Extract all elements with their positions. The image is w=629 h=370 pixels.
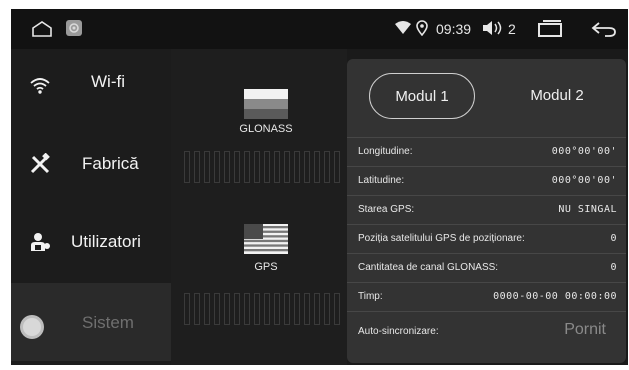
glonass-label: GLONASS xyxy=(239,123,293,135)
row-value: 000°00'00' xyxy=(551,146,617,157)
settings-screen: 09:39 2 Wi-fi Fabrică Utilizatori Sistem… xyxy=(11,9,628,365)
info-row-latitude: Latitudine: 000°00'00' xyxy=(347,166,626,195)
recent-apps-icon[interactable] xyxy=(537,20,563,41)
settings-app-icon[interactable] xyxy=(65,19,83,40)
auto-sync-toggle[interactable]: Pornit xyxy=(564,321,606,339)
info-row-gps-status: Starea GPS: NU SINGAL xyxy=(347,195,626,224)
info-row-glonass-channels: Cantitatea de canal GLONASS: 0 xyxy=(347,253,626,282)
sidebar-item-wifi[interactable]: Wi-fi xyxy=(11,49,171,127)
wifi-signal-icon xyxy=(395,21,411,38)
row-value: 0 xyxy=(610,262,617,273)
volume-icon[interactable] xyxy=(482,20,504,39)
row-key: Cantitatea de canal GLONASS: xyxy=(358,262,499,273)
glonass-signal-bars xyxy=(184,151,344,183)
sidebar-item-label: Sistem xyxy=(82,313,134,332)
gps-label: GPS xyxy=(254,261,278,273)
row-value: 0000-00-00 00:00:00 xyxy=(493,291,617,302)
sidebar-item-label: Fabrică xyxy=(82,154,139,173)
row-value: 0 xyxy=(610,233,617,244)
tab-module-2[interactable]: Modul 2 xyxy=(507,73,607,119)
row-key: Starea GPS: xyxy=(358,204,415,215)
info-row-gps-satellites: Poziția satelitului GPS de poziționare: … xyxy=(347,224,626,253)
tools-icon xyxy=(29,152,51,175)
row-key: Timp: xyxy=(358,291,383,302)
home-icon[interactable] xyxy=(31,21,53,40)
row-key: Longitudine: xyxy=(358,146,413,157)
sidebar-item-system[interactable]: Sistem xyxy=(11,283,171,361)
volume-level: 2 xyxy=(508,21,516,37)
gps-flag-icon xyxy=(244,224,288,254)
glonass-flag-icon xyxy=(244,89,288,119)
sidebar: Wi-fi Fabrică Utilizatori Sistem xyxy=(11,49,172,365)
info-row-longitude: Longitudine: 000°00'00' xyxy=(347,137,626,166)
sidebar-item-factory[interactable]: Fabrică xyxy=(11,127,171,205)
row-value: 000°00'00' xyxy=(551,175,617,186)
back-icon[interactable] xyxy=(591,21,617,40)
location-icon xyxy=(416,20,428,39)
gps-signal-bars xyxy=(184,293,344,325)
clock-time: 09:39 xyxy=(436,21,472,37)
gps-info-panel: Modul 1 Modul 2 Longitudine: 000°00'00' … xyxy=(347,59,626,363)
satellite-column: GLONASS GPS xyxy=(171,49,347,365)
users-icon xyxy=(29,231,51,253)
row-key: Poziția satelitului GPS de poziționare: xyxy=(358,233,525,244)
row-key: Latitudine: xyxy=(358,175,405,186)
row-key: Auto-sincronizare: xyxy=(358,326,439,337)
tab-module-1[interactable]: Modul 1 xyxy=(369,73,475,119)
sidebar-item-users[interactable]: Utilizatori xyxy=(11,205,171,283)
info-row-time: Timp: 0000-00-00 00:00:00 xyxy=(347,282,626,311)
system-toggle-icon xyxy=(18,313,46,341)
wifi-icon xyxy=(29,75,51,97)
info-row-auto-sync[interactable]: Auto-sincronizare: Pornit xyxy=(347,311,626,352)
row-value: NU SINGAL xyxy=(558,204,617,215)
sidebar-item-label: Utilizatori xyxy=(71,232,141,251)
sidebar-item-label: Wi-fi xyxy=(91,72,125,91)
status-bar: 09:39 2 xyxy=(11,9,628,49)
